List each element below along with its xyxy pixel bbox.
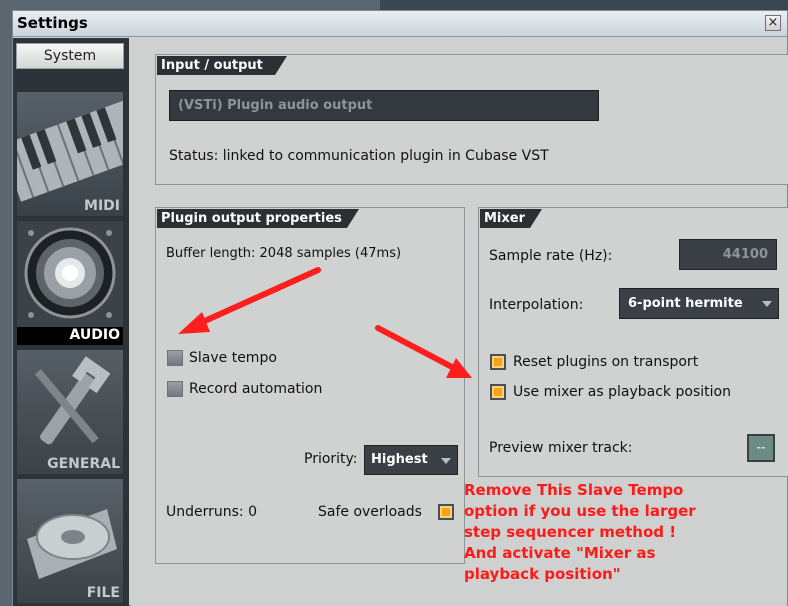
record-automation-row[interactable]: Record automation: [167, 381, 322, 397]
annotation-line: playback position": [464, 565, 621, 583]
chevron-down-icon: [441, 458, 451, 464]
preview-mixer-button[interactable]: --: [747, 434, 775, 462]
safe-overloads-checkbox[interactable]: [438, 504, 454, 520]
slave-tempo-checkbox[interactable]: [167, 350, 183, 366]
mixer-panel: Mixer Sample rate (Hz): 44100 Interpolat…: [478, 207, 788, 477]
priority-label: Priority:: [304, 451, 358, 467]
mixer-playback-row[interactable]: Use mixer as playback position: [490, 384, 731, 400]
annotation-line: option if you use the larger: [464, 502, 696, 520]
safe-overloads-label: Safe overloads: [318, 504, 422, 520]
interpolation-label: Interpolation:: [489, 297, 584, 313]
sidebar-item-label: FILE: [86, 585, 120, 601]
annotation-note: Remove This Slave Tempo option if you us…: [464, 480, 784, 585]
panel-header: Mixer: [480, 209, 542, 228]
priority-value: Highest: [371, 452, 428, 467]
sidebar-item-file[interactable]: FILE: [17, 479, 123, 603]
mixer-playback-checkbox[interactable]: [490, 384, 506, 400]
sidebar-item-audio[interactable]: AUDIO: [17, 221, 123, 345]
slave-tempo-label: Slave tempo: [189, 350, 277, 366]
settings-sidebar: System MIDI AUDIO GENERAL FILE: [13, 38, 129, 606]
reset-plugins-label: Reset plugins on transport: [513, 354, 699, 370]
interpolation-select[interactable]: 6-point hermite: [619, 288, 779, 319]
annotation-line: step sequencer method !: [464, 523, 677, 541]
sidebar-item-midi[interactable]: MIDI: [17, 92, 123, 216]
priority-select[interactable]: Highest: [364, 445, 458, 475]
buffer-length: Buffer length: 2048 samples (47ms): [166, 246, 402, 261]
window-title: Settings: [17, 14, 88, 32]
plugin-output-panel: Plugin output properties Buffer length: …: [155, 207, 465, 564]
annotation-line: And activate "Mixer as: [464, 544, 656, 562]
panel-header: Plugin output properties: [157, 209, 359, 228]
tab-system[interactable]: System: [16, 43, 124, 69]
sidebar-item-general[interactable]: GENERAL: [17, 350, 123, 474]
sidebar-item-label: GENERAL: [47, 456, 120, 472]
slave-tempo-row[interactable]: Slave tempo: [167, 350, 277, 366]
reset-plugins-row[interactable]: Reset plugins on transport: [490, 354, 698, 370]
sample-rate-field[interactable]: 44100: [679, 239, 777, 270]
sidebar-item-label: MIDI: [84, 198, 120, 214]
record-automation-checkbox[interactable]: [167, 381, 183, 397]
chevron-down-icon: [762, 301, 772, 307]
interpolation-value: 6-point hermite: [628, 296, 743, 311]
output-device-field[interactable]: (VSTi) Plugin audio output: [169, 90, 599, 121]
panel-header: Input / output: [157, 56, 287, 75]
title-bar[interactable]: Settings ×: [13, 11, 787, 37]
underruns-count: Underruns: 0: [166, 504, 257, 520]
input-output-panel: Input / output (VSTi) Plugin audio outpu…: [155, 54, 788, 185]
annotation-line: Remove This Slave Tempo: [464, 481, 684, 499]
status-text: Status: linked to communication plugin i…: [169, 148, 549, 164]
mixer-playback-label: Use mixer as playback position: [513, 384, 731, 400]
record-automation-label: Record automation: [189, 381, 323, 397]
preview-mixer-label: Preview mixer track:: [489, 440, 633, 456]
reset-plugins-checkbox[interactable]: [490, 354, 506, 370]
close-icon: ×: [767, 15, 779, 30]
close-button[interactable]: ×: [765, 15, 781, 31]
sidebar-item-label: AUDIO: [69, 327, 120, 343]
sample-rate-label: Sample rate (Hz):: [489, 248, 613, 264]
